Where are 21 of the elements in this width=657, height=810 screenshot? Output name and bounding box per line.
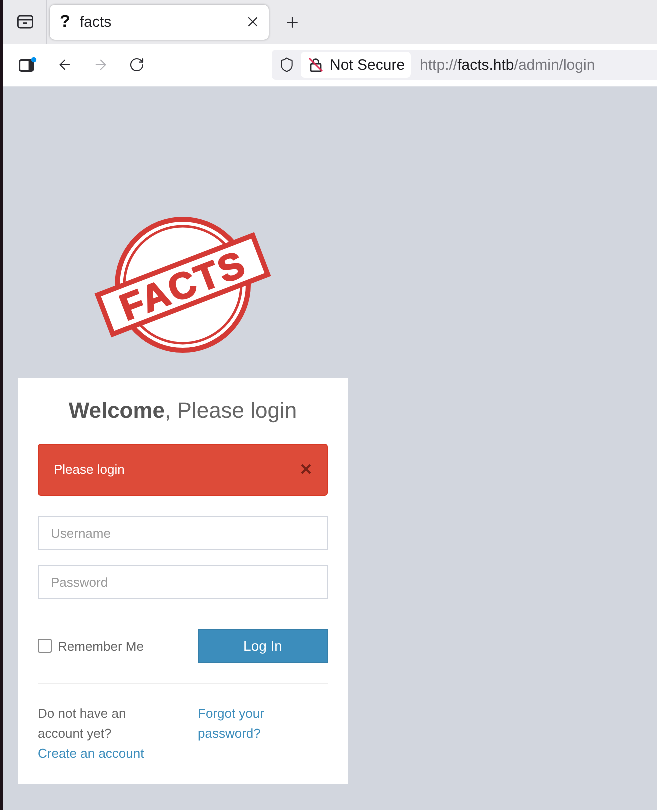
login-title: Welcome, Please login [68, 398, 298, 424]
back-icon[interactable] [57, 57, 73, 73]
tab-list-icon[interactable] [17, 14, 34, 30]
insecure-lock-icon [308, 57, 324, 73]
shield-icon[interactable] [279, 57, 295, 73]
address-bar[interactable]: Not Secure http://facts.htb/admin/login [272, 50, 657, 80]
browser-tab[interactable]: ? facts [50, 4, 269, 40]
sidebar-icon[interactable] [19, 57, 37, 73]
create-account-link[interactable]: Create an account [38, 744, 144, 764]
remember-label[interactable]: Remember Me [58, 638, 144, 654]
reload-icon[interactable] [129, 57, 145, 73]
remember-checkbox[interactable] [38, 639, 52, 653]
register-prompt: Do not have an account yet? [38, 705, 128, 743]
favicon-glyph: ? [60, 12, 72, 32]
username-field[interactable]: Username [38, 516, 328, 550]
forgot-password-link[interactable]: Forgot your password? [198, 704, 298, 744]
alert-message: Please login [54, 461, 126, 479]
password-field[interactable]: Password [38, 565, 328, 599]
url-text: http://facts.htb/admin/login [420, 56, 596, 74]
login-button[interactable]: Log In [198, 629, 328, 663]
security-indicator[interactable]: Not Secure [301, 52, 412, 78]
